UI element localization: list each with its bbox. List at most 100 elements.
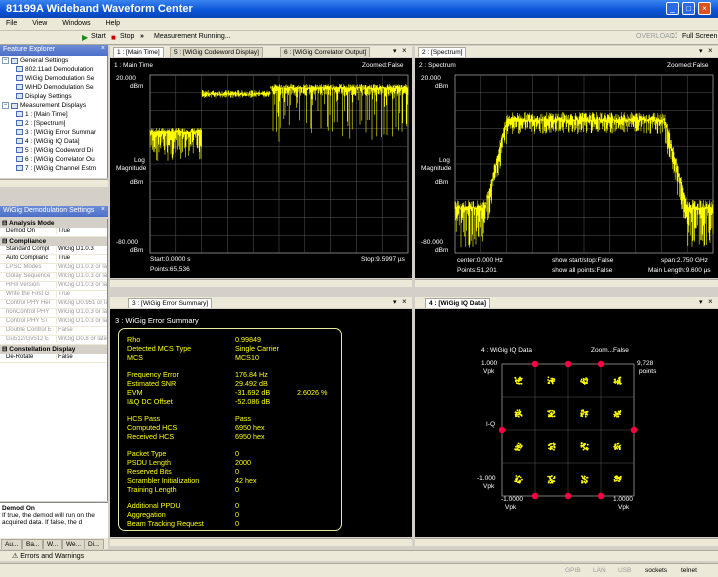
panel-tab[interactable]: Di... (84, 539, 104, 549)
fullscreen-icon[interactable]: ⛶ (672, 33, 677, 41)
menu-help[interactable]: Help (106, 20, 120, 27)
tree-item[interactable]: Display Settings (16, 93, 72, 100)
spectrum-plot[interactable]: 2 : Spectrum Zoomed:False 20.000 dBm Log… (415, 58, 718, 278)
category-constellation-display[interactable]: ⊟ Constellation Display (0, 345, 107, 354)
category-analysis-mode[interactable]: ⊟ Analysis Mode (0, 219, 107, 228)
tree-item[interactable]: WiGig Demodulation Se (16, 75, 94, 82)
main-time-plot[interactable]: 1 : Main Time Zoomed:False 20.000 dBm Lo… (110, 58, 412, 278)
panel-tab[interactable]: Au... (1, 539, 23, 549)
title-bar: 81199A Wideband Waveform Center (0, 0, 718, 18)
tree-item[interactable]: 2 : [Spectrum] (16, 120, 65, 127)
tree-item[interactable]: 802.11ad Demodulation (16, 66, 94, 73)
iq-point (618, 412, 620, 415)
iq-point (553, 480, 556, 483)
close-icon[interactable]: × (402, 297, 407, 306)
main-time-scrollbar[interactable] (110, 279, 412, 287)
tree-item[interactable]: 5 : [WiGig Codeword Di (16, 147, 93, 154)
iq-point (518, 481, 521, 484)
iq-point (520, 382, 523, 385)
property-row[interactable]: HFill Version WiGig D1.0.3 or late (0, 282, 107, 291)
close-icon[interactable]: × (402, 46, 407, 55)
minimize-icon[interactable]: _ (666, 2, 679, 15)
stop-icon[interactable]: ■ (111, 33, 116, 42)
pin-icon[interactable]: ▾ (699, 298, 703, 306)
more-icon[interactable]: » (140, 33, 144, 40)
close-icon[interactable]: × (101, 206, 105, 213)
metric-value: 176.84 Hz (235, 370, 268, 379)
spectrum-scrollbar[interactable] (415, 279, 718, 287)
close-icon[interactable]: × (101, 45, 105, 52)
metric-value: 0.99849 (235, 335, 261, 344)
tree-measurement-displays[interactable]: − Measurement Displays (2, 102, 86, 109)
y-bottom-value: -1.000 (477, 475, 496, 482)
property-row[interactable]: Write the First G True (0, 291, 107, 300)
property-row[interactable]: De-Rotate False (0, 354, 107, 363)
tree-item[interactable]: 3 : [WiGig Error Summar (16, 129, 96, 136)
iq-point (619, 383, 622, 385)
tab-main-time[interactable]: 1 : [Main Time] (113, 47, 164, 57)
property-row[interactable]: Auto Complianc True (0, 255, 107, 264)
property-row[interactable]: Standard Compl WiGig D1.0.3 (0, 246, 107, 255)
zoom-status: Zoom...False (591, 347, 629, 354)
x-right-unit: Vpk (618, 504, 630, 511)
property-row[interactable]: Control PHY ST WiGig D1.0.3 or late (0, 318, 107, 327)
tab-iq-data[interactable]: 4 : [WiGig IQ Data] (425, 298, 490, 308)
y-top-value: 20.000 (116, 75, 136, 82)
property-row[interactable]: Gu512/Gv512 E WiGig D0.8 or later (0, 336, 107, 345)
property-row[interactable]: Demod On True (0, 228, 107, 237)
tree-item[interactable]: 4 : [WiGig IQ Data] (16, 138, 80, 145)
explorer-scrollbar[interactable] (0, 179, 108, 187)
property-row[interactable]: LPSC Modes WiGig D1.0.3 or late (0, 264, 107, 273)
play-icon[interactable]: ▶ (82, 33, 88, 42)
property-row[interactable]: Control PHY Her WiGig D0.951 or la (0, 300, 107, 309)
property-row[interactable]: nonControl PHY WiGig D1.0.3 or late (0, 309, 107, 318)
pin-icon[interactable]: ▾ (393, 47, 397, 55)
start-button[interactable]: Start (91, 33, 106, 40)
errors-warnings-tab[interactable]: ⚠ Errors and Warnings (0, 550, 718, 561)
metric-value: 0 (235, 485, 239, 494)
property-row[interactable]: Golay Sequence WiGig D1.0.3 or late (0, 273, 107, 282)
pilot-point (597, 492, 605, 500)
tab-correlator-output[interactable]: 6 : [WiGig Correlator Output] (280, 47, 371, 57)
close-icon[interactable]: × (708, 46, 713, 55)
property-row[interactable]: Double Control E False (0, 327, 107, 336)
property-description: Demod On If true, the demod will run on … (0, 502, 108, 538)
panel-tab[interactable]: W... (43, 539, 63, 549)
close-icon[interactable]: × (698, 2, 711, 15)
tree-item[interactable]: 1 : [Main Time] (16, 111, 68, 118)
error-summary-scrollbar[interactable] (110, 538, 412, 546)
iq-point (547, 410, 549, 413)
tree-item[interactable]: 7 : [WiGig Channel Estm (16, 165, 96, 172)
tab-error-summary[interactable]: 3 : [WiGig Error Summary] (128, 298, 213, 308)
iq-point (584, 415, 587, 418)
tree-item[interactable]: 6 : [WiGig Correlator Ou (16, 156, 95, 163)
panel-tab[interactable]: We... (62, 539, 86, 549)
iq-plot[interactable]: 4 : WiGig IQ Data Zoom...False 1.000 Vpk… (415, 309, 718, 537)
iq-scrollbar[interactable] (415, 538, 718, 546)
iq-point (514, 448, 517, 451)
plot-label: 2 : Spectrum (419, 62, 456, 69)
tab-spectrum[interactable]: 2 : [Spectrum] (418, 47, 467, 57)
menu-windows[interactable]: Windows (62, 20, 90, 27)
pin-icon[interactable]: ▾ (699, 47, 703, 55)
iq-point (548, 480, 550, 482)
metric-label: Computed HCS (127, 423, 178, 432)
tree-item[interactable]: WiHD Demodulation Se (16, 84, 94, 91)
iq-point (519, 444, 522, 446)
menu-file[interactable]: File (6, 20, 17, 27)
spectrum-tabstrip: 2 : [Spectrum] ▾ × (415, 46, 718, 57)
x-start: Start:0.0000 s (150, 256, 191, 263)
iq-point (550, 480, 553, 483)
fullscreen-button[interactable]: Full Screen (682, 33, 717, 40)
panel-tab[interactable]: Ba... (22, 539, 44, 549)
category-compliance[interactable]: ⊟ Compliance (0, 237, 107, 246)
tree-general-settings[interactable]: − General Settings (2, 57, 68, 64)
tab-codeword-display[interactable]: 5 : [WiGig Codeword Display] (170, 47, 263, 57)
metric-label: Training Length (127, 485, 177, 494)
close-icon[interactable]: × (708, 297, 713, 306)
pin-icon[interactable]: ▾ (393, 298, 397, 306)
iq-svg (498, 360, 638, 500)
maximize-icon[interactable]: □ (682, 2, 695, 15)
menu-view[interactable]: View (32, 20, 47, 27)
stop-button[interactable]: Stop (120, 33, 134, 40)
